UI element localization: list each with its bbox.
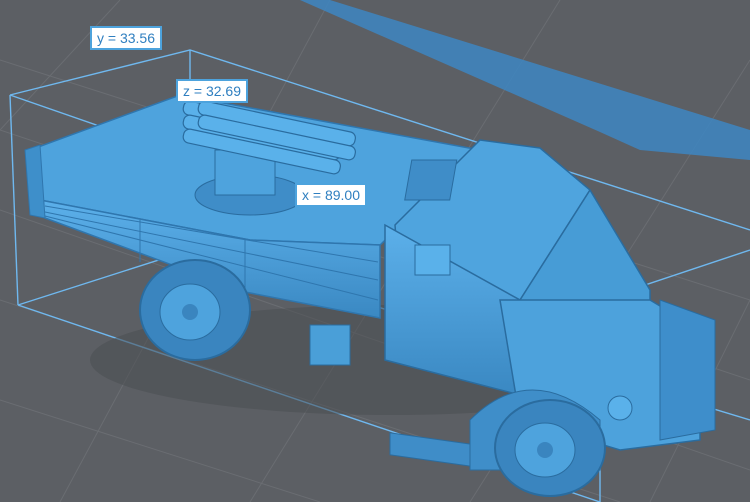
rear-wheel xyxy=(139,259,251,361)
dimension-z-label: z = 32.69 xyxy=(176,79,248,103)
dimension-x-label: x = 89.00 xyxy=(295,183,367,207)
3d-viewport[interactable]: y = 33.56 z = 32.69 x = 89.00 xyxy=(0,0,750,502)
dimension-y-label: y = 33.56 xyxy=(90,26,162,50)
fuel-tank xyxy=(309,324,351,366)
model-scene[interactable] xyxy=(0,0,750,502)
front-wheel xyxy=(494,399,606,497)
step-board xyxy=(389,432,471,467)
